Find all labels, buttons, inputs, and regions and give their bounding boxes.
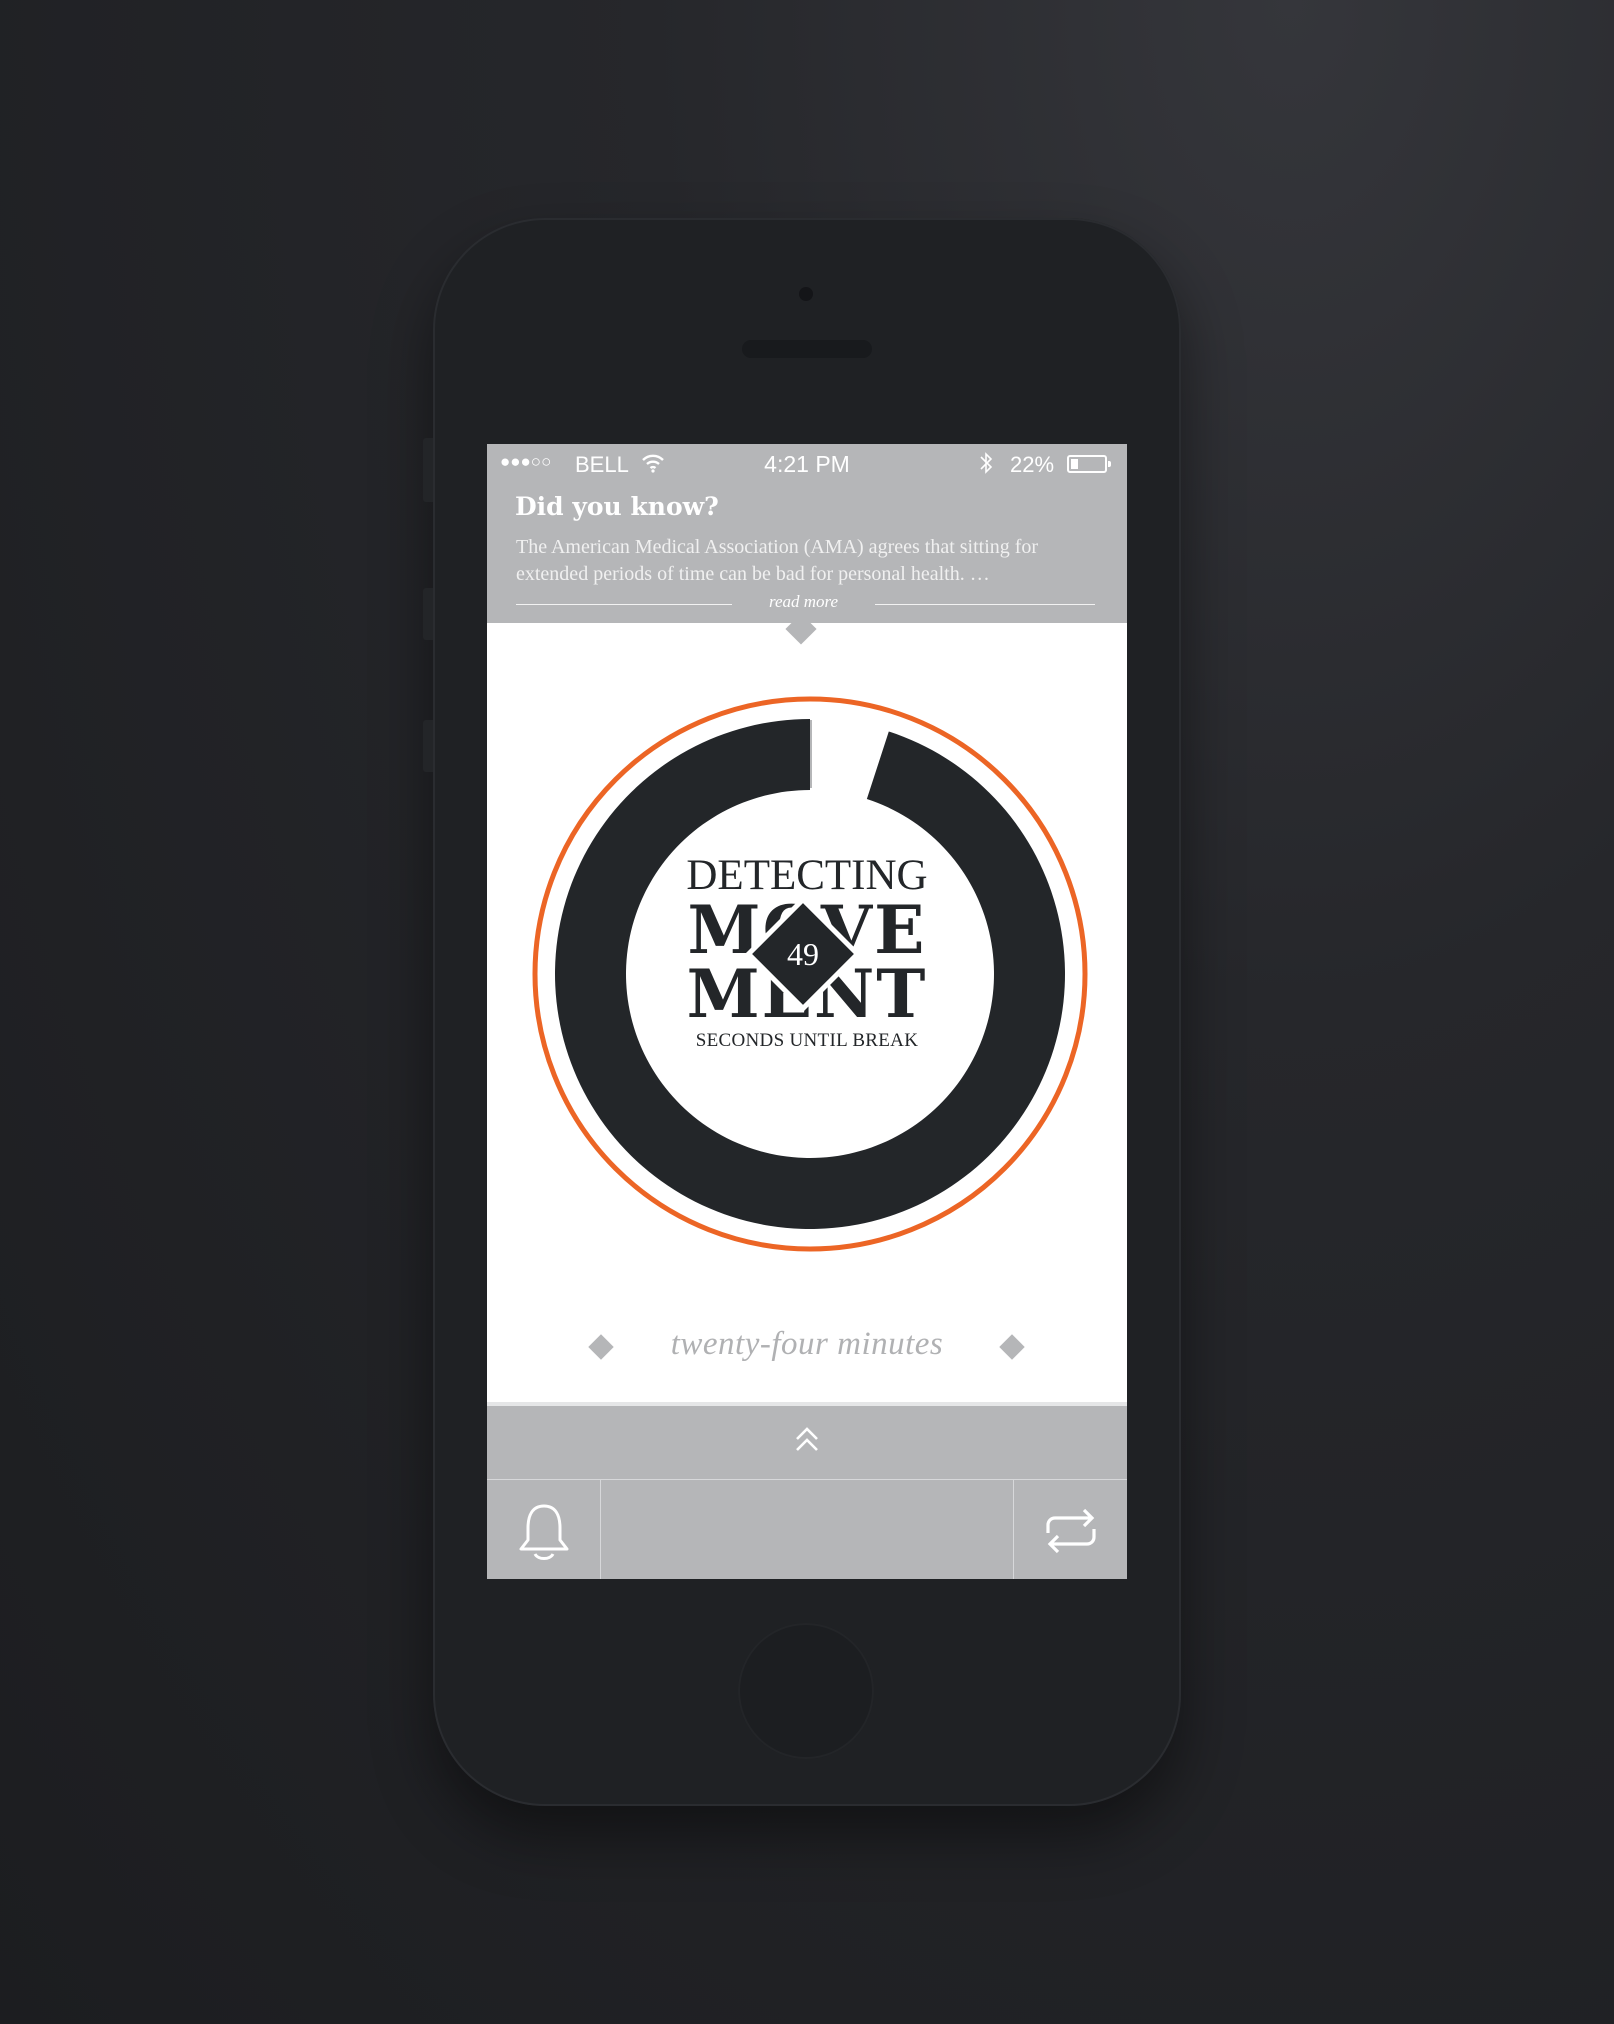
home-button[interactable] <box>738 1623 874 1759</box>
expand-panel-button[interactable] <box>487 1406 1127 1478</box>
double-chevron-up-icon <box>796 1427 818 1451</box>
read-more-link[interactable]: read more <box>732 592 875 612</box>
tip-title: Did you know? <box>515 492 719 521</box>
bluetooth-icon <box>979 451 993 481</box>
panel-pointer <box>785 613 817 645</box>
volume-up-button <box>423 588 433 640</box>
did-you-know-panel: Did you know? The American Medical Assoc… <box>487 484 1127 645</box>
toolbar-empty-slot <box>601 1480 1014 1579</box>
divider <box>875 604 1095 605</box>
divider <box>516 604 732 605</box>
tip-body: The American Medical Association (AMA) a… <box>516 536 1039 585</box>
duration-label: twenty-four minutes <box>670 1326 944 1362</box>
repeat-icon <box>1046 1508 1096 1554</box>
earpiece-speaker <box>742 340 872 358</box>
battery-level <box>1071 459 1078 469</box>
front-camera <box>799 287 813 301</box>
alarm-button[interactable] <box>487 1480 601 1579</box>
duration-selector: twenty-four minutes <box>487 1314 1127 1374</box>
volume-down-button <box>423 720 433 772</box>
repeat-button[interactable] <box>1014 1480 1127 1579</box>
battery-percent: 22% <box>1010 452 1055 477</box>
bottom-toolbar <box>487 1402 1127 1579</box>
battery-icon <box>1067 455 1111 473</box>
app-screen: ●●●○○ BELL 4:21 PM 22% Did you know? The… <box>487 444 1127 1579</box>
status-bar: ●●●○○ BELL 4:21 PM 22% <box>487 444 1127 484</box>
seconds-countdown: 49 <box>787 936 819 972</box>
timer-caption: SECONDS UNTIL BREAK <box>695 1030 919 1051</box>
bell-icon <box>519 1504 569 1560</box>
mute-switch <box>423 438 433 502</box>
